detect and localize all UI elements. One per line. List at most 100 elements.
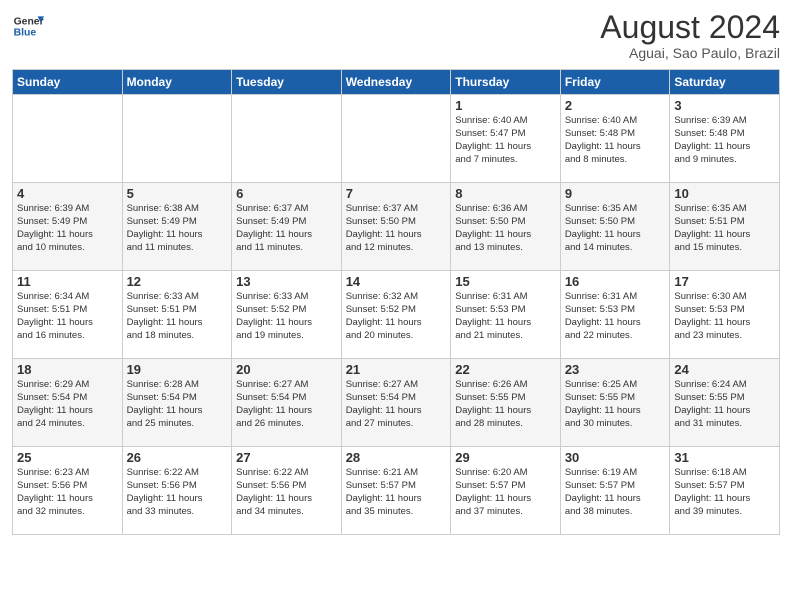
day-info: Sunrise: 6:33 AMSunset: 5:51 PMDaylight:… xyxy=(127,291,228,342)
day-number: 12 xyxy=(127,274,228,289)
weekday-wednesday: Wednesday xyxy=(341,70,451,95)
calendar-cell: 11 Sunrise: 6:34 AMSunset: 5:51 PMDayligh… xyxy=(13,271,123,359)
header: General Blue General Blue August 2024 Ag… xyxy=(12,10,780,61)
week-row-4: 18 Sunrise: 6:29 AMSunset: 5:54 PMDayligh… xyxy=(13,359,780,447)
day-number: 24 xyxy=(674,362,775,377)
week-row-3: 11 Sunrise: 6:34 AMSunset: 5:51 PMDayligh… xyxy=(13,271,780,359)
week-row-2: 4 Sunrise: 6:39 AMSunset: 5:49 PMDaylight… xyxy=(13,183,780,271)
day-info: Sunrise: 6:22 AMSunset: 5:56 PMDaylight:… xyxy=(236,467,337,518)
calendar-cell: 15Sunrise: 6:31 AMSunset: 5:53 PMDayligh… xyxy=(451,271,561,359)
calendar-cell: 16Sunrise: 6:31 AMSunset: 5:53 PMDayligh… xyxy=(560,271,670,359)
day-info: Sunrise: 6:32 AMSunset: 5:52 PMDaylight:… xyxy=(346,291,447,342)
day-number: 3 xyxy=(674,98,775,113)
day-info: Sunrise: 6:36 AMSunset: 5:50 PMDaylight:… xyxy=(455,203,556,254)
calendar-cell: 21 Sunrise: 6:27 AMSunset: 5:54 PMDayligh… xyxy=(341,359,451,447)
day-number: 2 xyxy=(565,98,666,113)
day-info: Sunrise: 6:35 AMSunset: 5:51 PMDaylight:… xyxy=(674,203,775,254)
calendar-cell: 5 Sunrise: 6:38 AMSunset: 5:49 PMDaylight… xyxy=(122,183,232,271)
calendar-cell: 22Sunrise: 6:26 AMSunset: 5:55 PMDayligh… xyxy=(451,359,561,447)
calendar-cell: 23 Sunrise: 6:25 AMSunset: 5:55 PMDayligh… xyxy=(560,359,670,447)
day-info: Sunrise: 6:29 AMSunset: 5:54 PMDaylight:… xyxy=(17,379,118,430)
weekday-sunday: Sunday xyxy=(13,70,123,95)
day-number: 30 xyxy=(565,450,666,465)
day-info: Sunrise: 6:28 AMSunset: 5:54 PMDaylight:… xyxy=(127,379,228,430)
day-number: 23 xyxy=(565,362,666,377)
calendar-cell: 13Sunrise: 6:33 AMSunset: 5:52 PMDayligh… xyxy=(232,271,342,359)
day-number: 18 xyxy=(17,362,118,377)
day-info: Sunrise: 6:27 AMSunset: 5:54 PMDaylight:… xyxy=(346,379,447,430)
week-row-1: 1Sunrise: 6:40 AMSunset: 5:47 PMDaylight… xyxy=(13,95,780,183)
day-info: Sunrise: 6:40 AMSunset: 5:47 PMDaylight:… xyxy=(455,115,556,166)
day-info: Sunrise: 6:22 AMSunset: 5:56 PMDaylight:… xyxy=(127,467,228,518)
calendar-cell: 1Sunrise: 6:40 AMSunset: 5:47 PMDaylight… xyxy=(451,95,561,183)
calendar-body: 1Sunrise: 6:40 AMSunset: 5:47 PMDaylight… xyxy=(13,95,780,535)
day-info: Sunrise: 6:35 AMSunset: 5:50 PMDaylight:… xyxy=(565,203,666,254)
day-info: Sunrise: 6:19 AMSunset: 5:57 PMDaylight:… xyxy=(565,467,666,518)
day-number: 19 xyxy=(127,362,228,377)
calendar-cell: 24 Sunrise: 6:24 AMSunset: 5:55 PMDayligh… xyxy=(670,359,780,447)
day-info: Sunrise: 6:38 AMSunset: 5:49 PMDaylight:… xyxy=(127,203,228,254)
day-number: 26 xyxy=(127,450,228,465)
calendar-cell: 27 Sunrise: 6:22 AMSunset: 5:56 PMDayligh… xyxy=(232,447,342,535)
calendar-cell xyxy=(341,95,451,183)
calendar-cell: 17 Sunrise: 6:30 AMSunset: 5:53 PMDayligh… xyxy=(670,271,780,359)
calendar-cell xyxy=(13,95,123,183)
title-block: August 2024 Aguai, Sao Paulo, Brazil xyxy=(600,10,780,61)
calendar-cell: 4 Sunrise: 6:39 AMSunset: 5:49 PMDaylight… xyxy=(13,183,123,271)
day-number: 6 xyxy=(236,186,337,201)
month-title: August 2024 xyxy=(600,10,780,45)
calendar-cell: 8 Sunrise: 6:36 AMSunset: 5:50 PMDaylight… xyxy=(451,183,561,271)
weekday-header-row: SundayMondayTuesdayWednesdayThursdayFrid… xyxy=(13,70,780,95)
day-number: 25 xyxy=(17,450,118,465)
day-info: Sunrise: 6:37 AMSunset: 5:49 PMDaylight:… xyxy=(236,203,337,254)
day-number: 20 xyxy=(236,362,337,377)
calendar-cell: 25 Sunrise: 6:23 AMSunset: 5:56 PMDayligh… xyxy=(13,447,123,535)
location: Aguai, Sao Paulo, Brazil xyxy=(600,45,780,61)
day-info: Sunrise: 6:18 AMSunset: 5:57 PMDaylight:… xyxy=(674,467,775,518)
svg-text:Blue: Blue xyxy=(14,28,37,39)
day-number: 8 xyxy=(455,186,556,201)
day-number: 29 xyxy=(455,450,556,465)
day-number: 5 xyxy=(127,186,228,201)
day-info: Sunrise: 6:30 AMSunset: 5:53 PMDaylight:… xyxy=(674,291,775,342)
calendar-cell: 3 Sunrise: 6:39 AMSunset: 5:48 PMDaylight… xyxy=(670,95,780,183)
day-info: Sunrise: 6:26 AMSunset: 5:55 PMDaylight:… xyxy=(455,379,556,430)
calendar-cell: 26 Sunrise: 6:22 AMSunset: 5:56 PMDayligh… xyxy=(122,447,232,535)
calendar-cell: 29 Sunrise: 6:20 AMSunset: 5:57 PMDayligh… xyxy=(451,447,561,535)
day-number: 10 xyxy=(674,186,775,201)
day-info: Sunrise: 6:20 AMSunset: 5:57 PMDaylight:… xyxy=(455,467,556,518)
day-number: 16 xyxy=(565,274,666,289)
day-number: 4 xyxy=(17,186,118,201)
calendar-cell: 12 Sunrise: 6:33 AMSunset: 5:51 PMDayligh… xyxy=(122,271,232,359)
day-number: 11 xyxy=(17,274,118,289)
week-row-5: 25 Sunrise: 6:23 AMSunset: 5:56 PMDayligh… xyxy=(13,447,780,535)
calendar-cell: 30 Sunrise: 6:19 AMSunset: 5:57 PMDayligh… xyxy=(560,447,670,535)
day-info: Sunrise: 6:34 AMSunset: 5:51 PMDaylight:… xyxy=(17,291,118,342)
day-info: Sunrise: 6:21 AMSunset: 5:57 PMDaylight:… xyxy=(346,467,447,518)
weekday-tuesday: Tuesday xyxy=(232,70,342,95)
day-number: 9 xyxy=(565,186,666,201)
calendar-cell: 7 Sunrise: 6:37 AMSunset: 5:50 PMDaylight… xyxy=(341,183,451,271)
calendar-table: SundayMondayTuesdayWednesdayThursdayFrid… xyxy=(12,69,780,535)
day-info: Sunrise: 6:25 AMSunset: 5:55 PMDaylight:… xyxy=(565,379,666,430)
calendar-cell: 2Sunrise: 6:40 AMSunset: 5:48 PMDaylight… xyxy=(560,95,670,183)
day-number: 17 xyxy=(674,274,775,289)
day-number: 15 xyxy=(455,274,556,289)
calendar-cell: 31Sunrise: 6:18 AMSunset: 5:57 PMDayligh… xyxy=(670,447,780,535)
day-number: 21 xyxy=(346,362,447,377)
logo-icon: General Blue xyxy=(12,10,44,42)
day-info: Sunrise: 6:39 AMSunset: 5:49 PMDaylight:… xyxy=(17,203,118,254)
logo: General Blue General Blue xyxy=(12,10,44,42)
day-number: 13 xyxy=(236,274,337,289)
day-info: Sunrise: 6:37 AMSunset: 5:50 PMDaylight:… xyxy=(346,203,447,254)
weekday-friday: Friday xyxy=(560,70,670,95)
day-info: Sunrise: 6:23 AMSunset: 5:56 PMDaylight:… xyxy=(17,467,118,518)
day-info: Sunrise: 6:39 AMSunset: 5:48 PMDaylight:… xyxy=(674,115,775,166)
weekday-monday: Monday xyxy=(122,70,232,95)
calendar-cell: 9 Sunrise: 6:35 AMSunset: 5:50 PMDaylight… xyxy=(560,183,670,271)
day-number: 7 xyxy=(346,186,447,201)
day-number: 27 xyxy=(236,450,337,465)
day-info: Sunrise: 6:24 AMSunset: 5:55 PMDaylight:… xyxy=(674,379,775,430)
day-info: Sunrise: 6:27 AMSunset: 5:54 PMDaylight:… xyxy=(236,379,337,430)
weekday-thursday: Thursday xyxy=(451,70,561,95)
